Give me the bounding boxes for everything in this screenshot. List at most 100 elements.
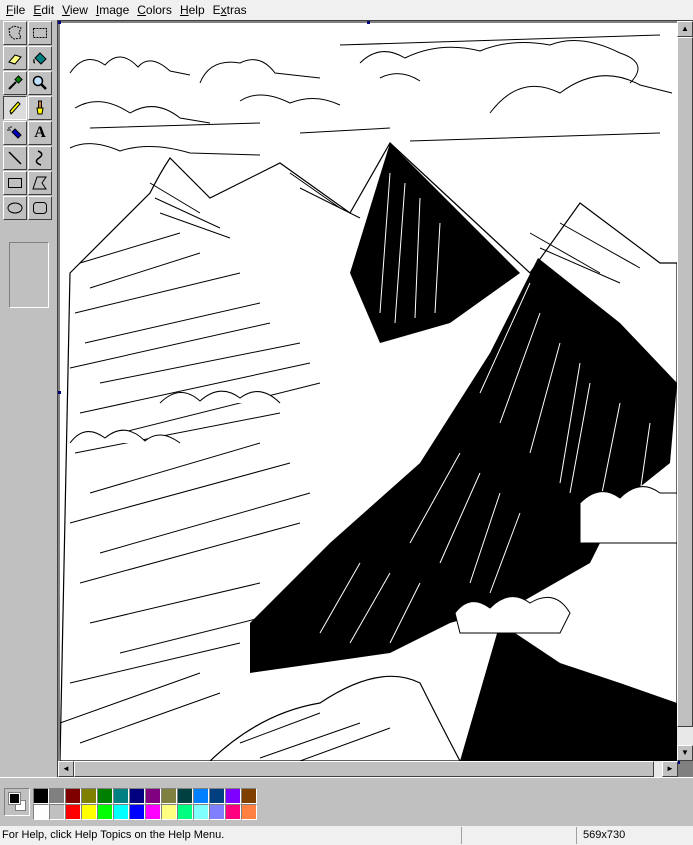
swatch-fill — [82, 789, 96, 803]
status-bar: For Help, click Help Topics on the Help … — [0, 826, 693, 845]
menu-colors[interactable]: Colors — [133, 0, 176, 20]
swatch-fill — [82, 805, 96, 819]
palette-color-swatch[interactable] — [81, 788, 97, 804]
palette-color-swatch[interactable] — [193, 804, 209, 820]
free-form-select-tool[interactable] — [3, 21, 27, 45]
swatch-fill — [194, 805, 208, 819]
swatch-fill — [178, 789, 192, 803]
color-box — [0, 777, 693, 825]
status-help-text: For Help, click Help Topics on the Help … — [2, 829, 225, 841]
palette-color-swatch[interactable] — [145, 788, 161, 804]
rounded-rectangle-tool[interactable] — [28, 196, 52, 220]
palette-color-swatch[interactable] — [225, 788, 241, 804]
swatch-fill — [226, 805, 240, 819]
swatch-fill — [162, 789, 176, 803]
curve-tool[interactable] — [28, 146, 52, 170]
swatch-fill — [98, 789, 112, 803]
palette-color-swatch[interactable] — [161, 804, 177, 820]
palette-color-swatch[interactable] — [65, 804, 81, 820]
magnifier-icon — [32, 75, 47, 90]
palette-color-swatch[interactable] — [209, 788, 225, 804]
palette-color-swatch[interactable] — [97, 788, 113, 804]
arrow-left-icon: ◄ — [62, 764, 70, 773]
palette-color-swatch[interactable] — [65, 788, 81, 804]
palette-color-swatch[interactable] — [129, 804, 145, 820]
scroll-right-button[interactable]: ► — [662, 761, 678, 777]
palette-color-swatch[interactable] — [161, 788, 177, 804]
rounded-rectangle-icon — [33, 202, 47, 214]
text-tool[interactable]: A — [28, 121, 52, 145]
rectangle-select-tool[interactable] — [28, 21, 52, 45]
swatch-fill — [98, 805, 112, 819]
swatch-fill — [66, 789, 80, 803]
menu-edit[interactable]: Edit — [29, 0, 58, 20]
pick-color-tool[interactable] — [3, 71, 27, 95]
scroll-left-button[interactable]: ◄ — [58, 761, 74, 777]
fill-with-color-tool[interactable] — [28, 46, 52, 70]
brush-tool[interactable] — [28, 96, 52, 120]
free-form-select-icon — [8, 25, 22, 40]
menu-help[interactable]: Help — [176, 0, 209, 20]
palette-color-swatch[interactable] — [225, 804, 241, 820]
palette-color-swatch[interactable] — [33, 788, 49, 804]
magnifier-tool[interactable] — [28, 71, 52, 95]
drawing-canvas[interactable] — [60, 23, 677, 761]
palette-color-swatch[interactable] — [49, 804, 65, 820]
airbrush-icon — [7, 126, 22, 139]
palette-color-swatch[interactable] — [49, 788, 65, 804]
menu-view[interactable]: View — [58, 0, 92, 20]
horizontal-scrollbar[interactable]: ◄ ► — [58, 761, 678, 777]
swatch-fill — [162, 805, 176, 819]
ellipse-tool[interactable] — [3, 196, 27, 220]
menu-image[interactable]: Image — [92, 0, 133, 20]
menu-file[interactable]: File — [2, 0, 29, 20]
rectangle-tool[interactable] — [3, 171, 27, 195]
palette-color-swatch[interactable] — [113, 804, 129, 820]
swatch-fill — [242, 805, 256, 819]
rectangle-icon — [8, 178, 22, 188]
brush-icon — [36, 100, 44, 115]
horizontal-scroll-thumb[interactable] — [74, 761, 654, 777]
palette-color-swatch[interactable] — [241, 804, 257, 820]
palette-color-swatch[interactable] — [177, 804, 193, 820]
swatch-fill — [114, 789, 128, 803]
scroll-up-button[interactable]: ▲ — [677, 21, 693, 37]
tool-options-panel[interactable] — [9, 242, 49, 308]
palette-color-swatch[interactable] — [97, 804, 113, 820]
scroll-down-button[interactable]: ▼ — [677, 745, 693, 761]
vertical-scroll-thumb[interactable] — [677, 37, 693, 727]
swatch-fill — [34, 789, 48, 803]
arrow-right-icon: ► — [666, 764, 674, 773]
polygon-tool[interactable] — [28, 171, 52, 195]
swatch-fill — [242, 789, 256, 803]
swatch-fill — [210, 805, 224, 819]
vertical-scrollbar[interactable]: ▲ ▼ — [677, 21, 693, 761]
palette-color-swatch[interactable] — [241, 788, 257, 804]
swatch-fill — [130, 805, 144, 819]
palette-color-swatch[interactable] — [129, 788, 145, 804]
status-cursor-position — [461, 827, 576, 844]
palette-color-swatch[interactable] — [81, 804, 97, 820]
palette-color-swatch[interactable] — [177, 788, 193, 804]
arrow-down-icon: ▼ — [681, 748, 689, 757]
swatch-fill — [50, 805, 64, 819]
palette-color-swatch[interactable] — [145, 804, 161, 820]
current-colors-indicator[interactable] — [4, 788, 30, 816]
ellipse-icon — [7, 202, 23, 214]
palette-color-swatch[interactable] — [113, 788, 129, 804]
palette-color-swatch[interactable] — [209, 804, 225, 820]
foreground-color-swatch[interactable] — [8, 792, 21, 805]
swatch-fill — [50, 789, 64, 803]
arrow-up-icon: ▲ — [681, 24, 689, 33]
resize-handle — [58, 21, 61, 24]
menu-extras[interactable]: Extras — [209, 0, 251, 20]
airbrush-tool[interactable] — [3, 121, 27, 145]
pencil-tool[interactable] — [3, 96, 27, 120]
resize-handle — [58, 391, 61, 394]
mountain-sketch-image — [60, 23, 677, 761]
palette-color-swatch[interactable] — [193, 788, 209, 804]
line-tool[interactable] — [3, 146, 27, 170]
eraser-tool[interactable] — [3, 46, 27, 70]
swatch-fill — [146, 805, 160, 819]
palette-color-swatch[interactable] — [33, 804, 49, 820]
